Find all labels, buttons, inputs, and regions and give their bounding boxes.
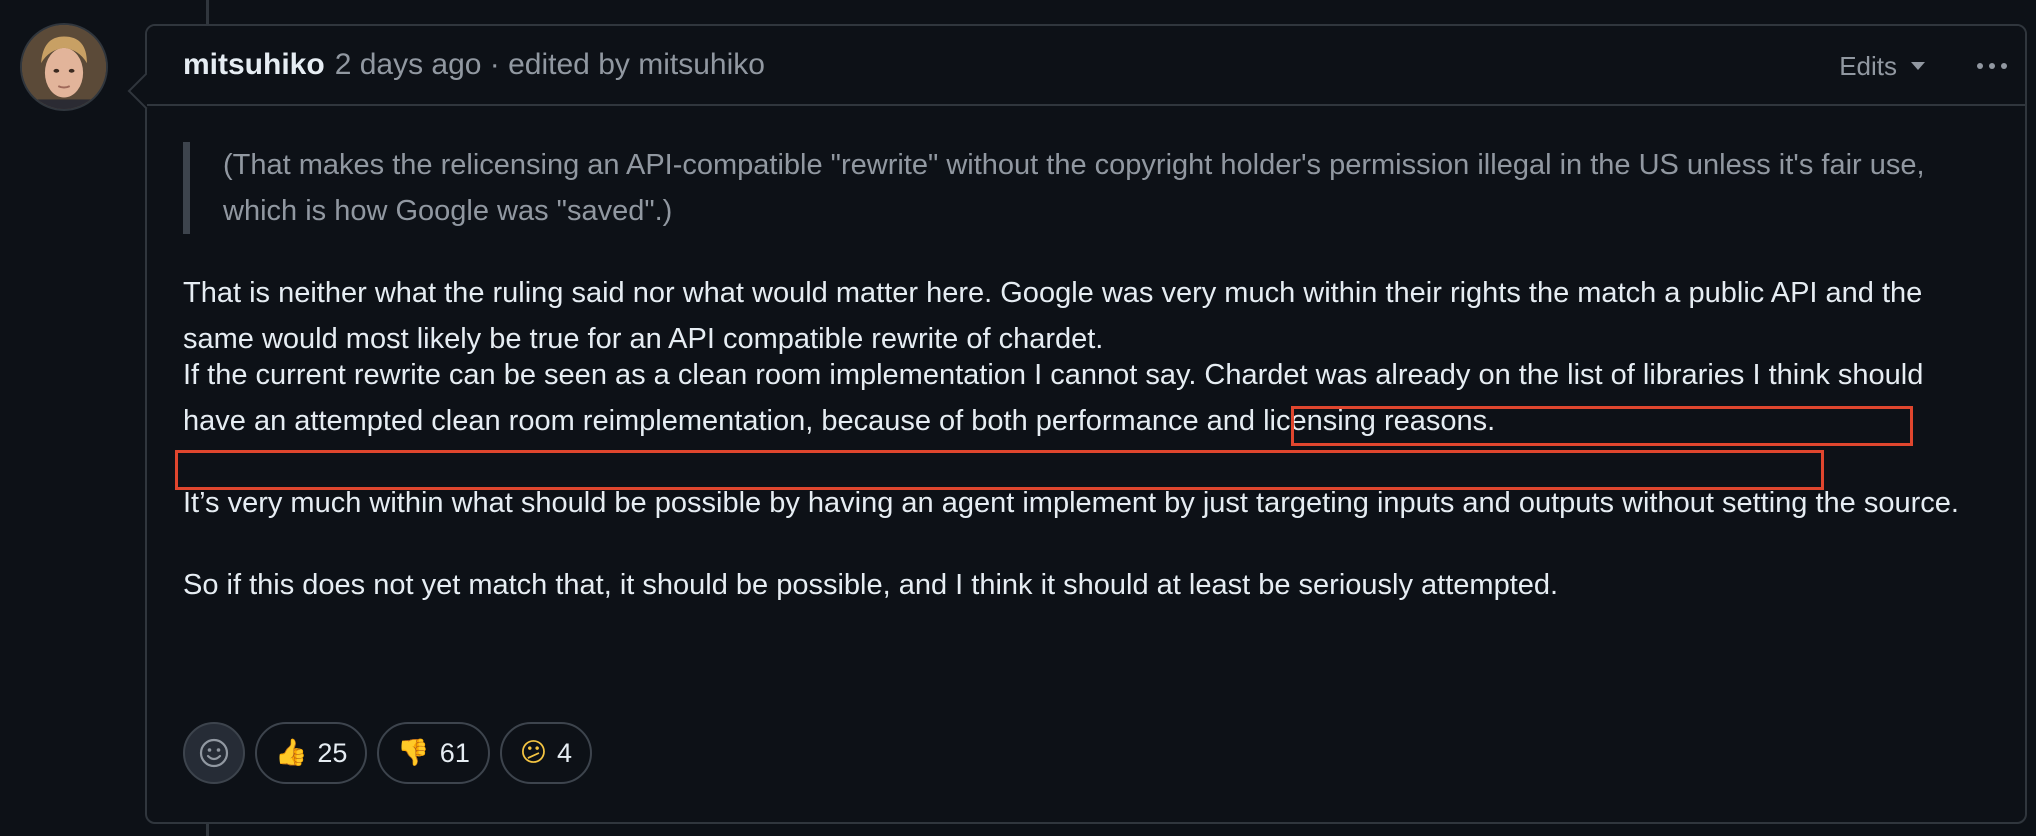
reaction-count: 61 xyxy=(439,737,470,768)
chevron-down-icon xyxy=(1911,62,1925,70)
reaction-thumbs-up[interactable]: 👍 25 xyxy=(255,722,368,784)
comment-paragraph: So if this does not yet match that, it s… xyxy=(183,569,1559,601)
edits-label: Edits xyxy=(1839,50,1897,81)
avatar[interactable] xyxy=(20,23,108,111)
comment-author[interactable]: mitsuhiko xyxy=(183,48,325,82)
comment-header: mitsuhiko 2 days ago · edited by mitsuhi… xyxy=(147,26,2025,106)
reaction-thumbs-down[interactable]: 👎 61 xyxy=(377,722,490,784)
avatar-image xyxy=(22,25,106,109)
reactions-bar: 👍 25 👎 61 😕 4 xyxy=(183,722,592,784)
comment-paragraph: If the current rewrite can be seen as a … xyxy=(183,359,1924,437)
comment-paragraph: That is neither what the ruling said nor… xyxy=(183,277,1923,355)
comment-card: mitsuhiko 2 days ago · edited by mitsuhi… xyxy=(145,24,2027,824)
thumbs-up-icon: 👍 xyxy=(275,738,308,768)
comment-meta: 2 days ago · edited by mitsuhiko xyxy=(334,48,765,81)
more-options-icon[interactable] xyxy=(1977,26,2007,106)
smiley-icon xyxy=(199,738,229,768)
edits-dropdown[interactable]: Edits xyxy=(1839,26,1925,106)
confused-face-icon: 😕 xyxy=(519,738,547,768)
reaction-count: 4 xyxy=(556,737,572,768)
reaction-confused[interactable]: 😕 4 xyxy=(499,722,592,784)
thumbs-down-icon: 👎 xyxy=(397,738,430,768)
comment-paragraph: It’s very much within what should be pos… xyxy=(183,487,1959,519)
blockquote: (That makes the relicensing an API-compa… xyxy=(183,142,1963,234)
reaction-count: 25 xyxy=(317,737,348,768)
add-reaction-button[interactable] xyxy=(183,722,245,784)
